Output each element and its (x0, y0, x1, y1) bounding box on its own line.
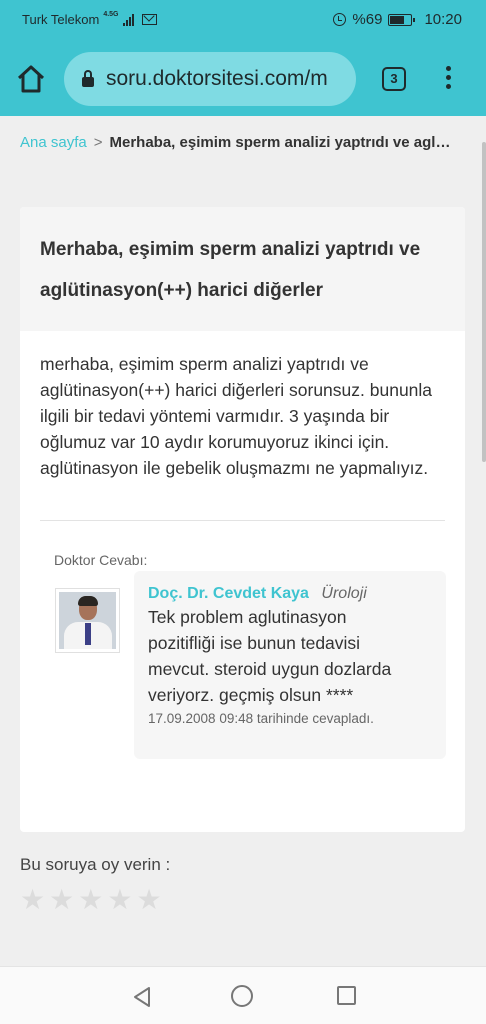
battery-level (390, 15, 405, 24)
answer-row: Doç. Dr. Cevdet Kaya Üroloji Tek problem… (20, 568, 465, 768)
star-icon[interactable]: ★ (107, 886, 132, 914)
status-bar: Turk Telekom 4.5G %69 10:20 (0, 0, 486, 40)
breadcrumb-current: Merhaba, eşimim sperm analizi yaptrıdı v… (109, 134, 452, 151)
address-bar[interactable]: soru.doktorsitesi.com/m (64, 52, 356, 106)
status-right: %69 10:20 (333, 11, 462, 28)
network-type: 4.5G (103, 11, 119, 18)
star-icon[interactable]: ★ (78, 886, 103, 914)
status-left: Turk Telekom 4.5G (22, 11, 157, 27)
answer-bubble: Doç. Dr. Cevdet Kaya Üroloji Tek problem… (134, 571, 446, 759)
tabs-icon[interactable]: 3 (382, 67, 406, 91)
question-body: merhaba, eşimim sperm analizi yaptrıdı v… (40, 354, 433, 478)
mail-icon (141, 14, 157, 25)
doctor-info: Doç. Dr. Cevdet Kaya Üroloji (148, 585, 432, 603)
rating-stars[interactable]: ★ ★ ★ ★ ★ (20, 886, 162, 914)
lock-icon (82, 70, 94, 87)
doctor-name-link[interactable]: Doç. Dr. Cevdet Kaya (148, 585, 309, 602)
doctor-department: Üroloji (321, 585, 367, 602)
star-icon[interactable]: ★ (20, 886, 45, 914)
question-header: Merhaba, eşimim sperm analizi yaptrıdı v… (20, 207, 465, 331)
star-icon[interactable]: ★ (49, 886, 74, 914)
battery-icon (388, 13, 416, 26)
breadcrumb-separator: > (93, 134, 103, 151)
alarm-icon (333, 13, 347, 26)
recent-apps-icon[interactable] (337, 986, 356, 1005)
home-circle-icon[interactable] (231, 985, 253, 1007)
star-icon[interactable]: ★ (136, 886, 161, 914)
doctor-avatar[interactable] (55, 588, 120, 653)
back-icon[interactable] (130, 985, 154, 1014)
overflow-menu-icon[interactable] (440, 66, 456, 94)
signal-icon (122, 13, 134, 26)
scrollbar[interactable] (482, 142, 486, 462)
question-title: Merhaba, eşimim sperm analizi yaptrıdı v… (40, 239, 421, 301)
home-icon[interactable] (14, 62, 48, 96)
carrier-name: Turk Telekom (22, 12, 100, 27)
clock: 10:20 (424, 11, 462, 28)
browser-toolbar: soru.doktorsitesi.com/m 3 (0, 40, 486, 116)
breadcrumb-home-link[interactable]: Ana sayfa (20, 134, 87, 151)
rating-label: Bu soruya oy verin : (20, 855, 171, 874)
battery-percent: %69 (352, 11, 383, 28)
system-nav-bar (0, 966, 486, 1024)
url-text: soru.doktorsitesi.com/m (106, 67, 328, 90)
question-card: Merhaba, eşimim sperm analizi yaptrıdı v… (20, 207, 465, 832)
answer-label: Doktor Cevabı: (54, 552, 148, 568)
divider (40, 520, 445, 521)
answer-text: Tek problem aglutinasyon pozitifliği ise… (148, 607, 392, 705)
answer-date: 17.09.2008 09:48 tarihinde cevapladı. (148, 711, 374, 726)
breadcrumb: Ana sayfa > Merhaba, eşimim sperm analiz… (20, 134, 452, 151)
